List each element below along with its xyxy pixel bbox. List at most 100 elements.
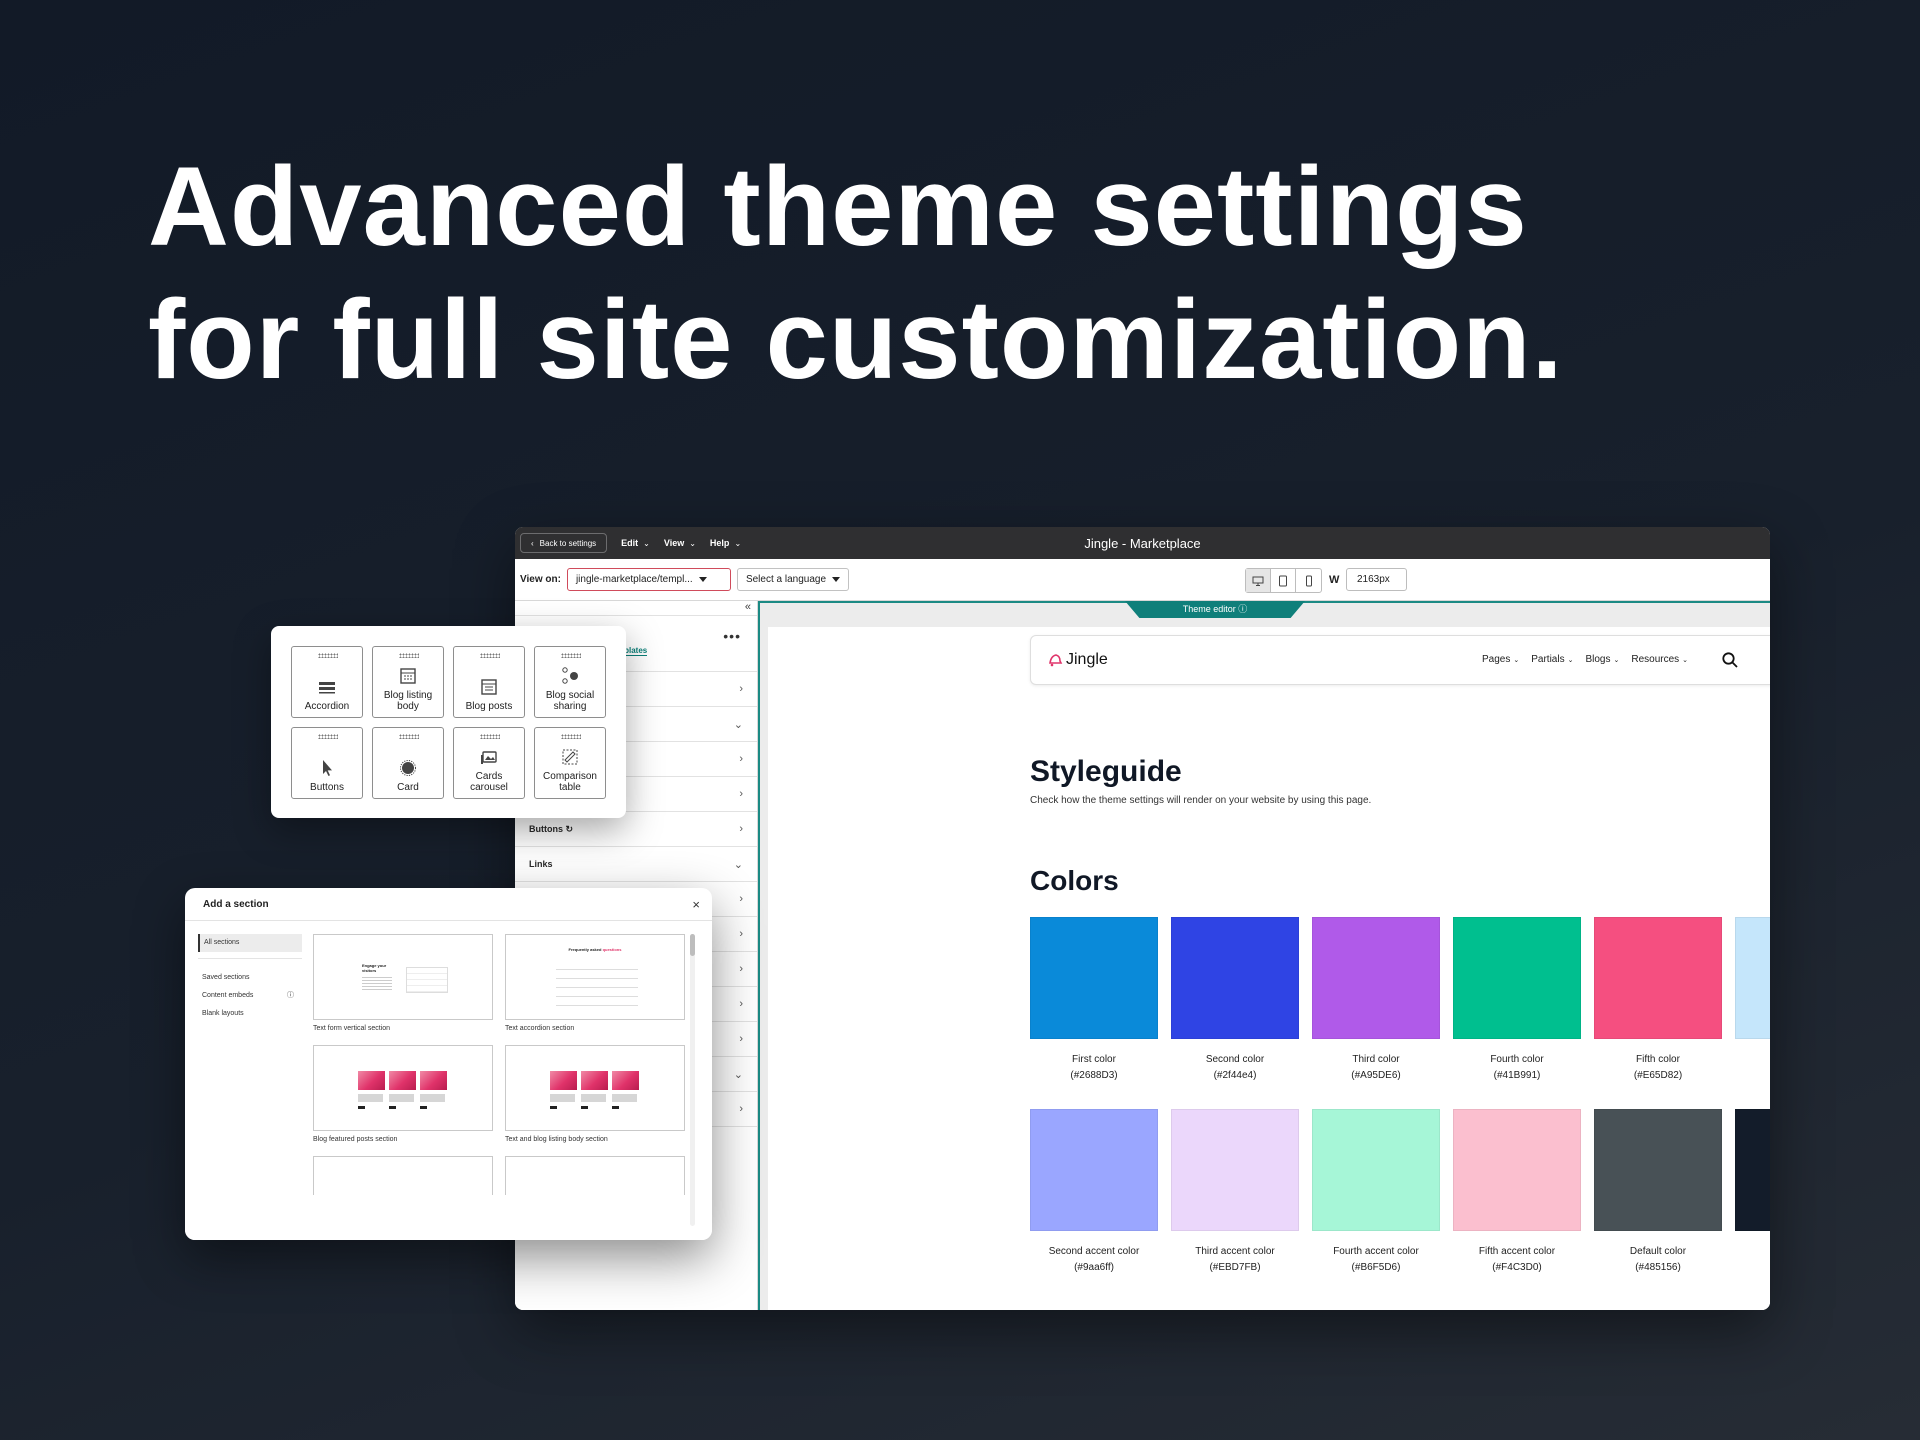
modal-scrollbar[interactable]	[690, 934, 695, 1226]
chevron-left-icon: ‹	[531, 538, 534, 548]
color-swatch: Fourth accent color (#B6F5D6)	[1312, 1109, 1440, 1273]
module-label-line-2: body	[397, 701, 419, 712]
chevron-right-icon: ›	[739, 998, 743, 1010]
thumb-image	[358, 1071, 385, 1090]
menu-edit[interactable]: Edit ⌄	[621, 538, 650, 548]
swatch-chip	[1735, 917, 1770, 1039]
nav-content-embeds[interactable]: Content embeds ⓘ	[198, 987, 302, 1005]
divider	[198, 958, 302, 959]
chevron-down-icon: ⌄	[1613, 657, 1620, 664]
swatch-name: Default color	[1629, 1246, 1687, 1257]
section-label: Text and blog listing body section	[505, 1136, 608, 1143]
section-thumb-partial[interactable]	[505, 1156, 685, 1196]
chevron-down-icon: ⌄	[1567, 657, 1574, 664]
drag-handle-icon[interactable]	[318, 734, 338, 739]
module-tile[interactable]: Accordion	[291, 646, 363, 718]
module-label-line-2: sharing	[553, 701, 587, 712]
module-tile[interactable]: Comparison table	[534, 727, 606, 799]
color-swatch: Second accent color (#9aa6ff)	[1030, 1109, 1158, 1273]
back-label: Back to settings	[539, 538, 597, 548]
nav-blogs[interactable]: Blogs ⌄	[1585, 654, 1619, 665]
nav-embeds-label: Content embeds	[202, 992, 254, 999]
width-input[interactable]: 2163px	[1346, 568, 1407, 591]
tablet-icon	[1279, 575, 1287, 586]
language-select[interactable]: Select a language	[736, 568, 850, 591]
module-label-line-2: table	[559, 782, 581, 793]
swatch-hex: (#41B991)	[1493, 1070, 1541, 1081]
nav-saved-sections[interactable]: Saved sections	[198, 969, 302, 987]
nav-blank-layouts[interactable]: Blank layouts	[198, 1005, 302, 1023]
section-thumb-partial[interactable]	[313, 1156, 493, 1196]
nav-pages[interactable]: Pages ⌄	[1482, 654, 1519, 665]
section-thumb-accordion[interactable]: Frequently asked questions	[505, 934, 685, 1020]
section-thumb-text-form[interactable]: Engage your visitors	[313, 934, 493, 1020]
drag-handle-icon[interactable]	[561, 734, 581, 739]
swatch-chip	[1171, 917, 1299, 1039]
theme-editor-tab[interactable]: Theme editor ⓘ	[1125, 601, 1305, 618]
nav-partials[interactable]: Partials ⌄	[1531, 654, 1573, 665]
site-logo[interactable]: Jingle	[1047, 651, 1108, 669]
nav-saved-label: Saved sections	[202, 974, 250, 981]
headline-line-2: for full site customization.	[148, 277, 1564, 402]
swatch-chip	[1312, 917, 1440, 1039]
site-header: Jingle Pages ⌄ Partials ⌄ Blogs ⌄ Resources…	[1030, 635, 1770, 685]
tablet-view-button[interactable]	[1271, 569, 1296, 592]
module-tile[interactable]: Blog listing body	[372, 646, 444, 718]
module-tile[interactable]: Blog posts	[453, 646, 525, 718]
template-select[interactable]: jingle-marketplace/templ...	[566, 568, 731, 591]
chevron-down-icon: ⌄	[1513, 657, 1520, 664]
collapse-sidebar-button[interactable]: «	[515, 601, 757, 616]
module-tile[interactable]: Blog social sharing	[534, 646, 606, 718]
module-tile[interactable]: Buttons	[291, 727, 363, 799]
drag-handle-icon[interactable]	[480, 653, 500, 658]
swatch-hex: (#B6F5D6)	[1351, 1262, 1401, 1273]
nav-pages-label: Pages	[1482, 654, 1511, 665]
menu-view[interactable]: View ⌄	[664, 538, 696, 548]
close-icon[interactable]: ×	[692, 897, 700, 912]
section-thumb-blog-featured[interactable]	[313, 1045, 493, 1131]
add-section-modal: Add a section × All sections Saved secti…	[185, 888, 712, 1240]
drag-handle-icon[interactable]	[561, 653, 581, 658]
module-label: Blog posts	[465, 701, 513, 712]
thumb-heading: Engage your visitors	[362, 963, 387, 973]
module-label: Comparison	[543, 771, 597, 782]
mobile-view-button[interactable]	[1296, 569, 1321, 592]
color-swatch: Third accent color (#EBD7FB)	[1171, 1109, 1299, 1273]
module-label: Card	[397, 782, 419, 793]
info-icon: ⓘ	[1238, 604, 1248, 614]
color-swatch: Second color (#2f44e4)	[1171, 917, 1299, 1081]
nav-resources[interactable]: Resources ⌄	[1631, 654, 1688, 665]
section-thumb-blog-listing[interactable]	[505, 1045, 685, 1131]
cursor-icon	[323, 760, 332, 776]
swatch-chip	[1171, 1109, 1299, 1231]
chevron-right-icon: ›	[739, 893, 743, 905]
styleguide-page: Jingle Pages ⌄ Partials ⌄ Blogs ⌄ Resources…	[768, 627, 1770, 1310]
modal-title: Add a section	[203, 898, 269, 910]
drag-handle-icon[interactable]	[318, 653, 338, 658]
nav-all-sections[interactable]: All sections	[198, 934, 302, 952]
menu-edit-label: Edit	[621, 538, 639, 548]
menu-help[interactable]: Help ⌄	[710, 538, 741, 548]
drag-handle-icon[interactable]	[399, 734, 419, 739]
module-tile[interactable]: Cards carousel	[453, 727, 525, 799]
module-tile[interactable]: Card	[372, 727, 444, 799]
search-icon[interactable]	[1721, 651, 1739, 669]
drag-handle-icon[interactable]	[399, 653, 419, 658]
drag-handle-icon[interactable]	[480, 734, 500, 739]
nav-blank-label: Blank layouts	[202, 1010, 244, 1017]
chevron-right-icon: ›	[739, 928, 743, 940]
swatch-hex: (#2f44e4)	[1213, 1070, 1257, 1081]
color-swatch: Third color (#A95DE6)	[1312, 917, 1440, 1081]
chevron-right-icon: ›	[739, 1033, 743, 1045]
scrollbar-thumb[interactable]	[690, 934, 695, 956]
module-label-line-2: carousel	[470, 782, 508, 793]
chevron-right-icon: ›	[739, 963, 743, 975]
nav-blogs-label: Blogs	[1585, 654, 1611, 665]
page-title: Styleguide	[1030, 755, 1182, 788]
card-icon	[400, 760, 416, 776]
sidebar-row[interactable]: Links ⌄	[515, 847, 757, 882]
desktop-view-button[interactable]	[1246, 569, 1271, 592]
sidebar-row-label: Links	[529, 859, 553, 869]
back-to-settings-button[interactable]: ‹ Back to settings	[520, 533, 608, 553]
more-options-icon[interactable]: •••	[723, 628, 741, 644]
